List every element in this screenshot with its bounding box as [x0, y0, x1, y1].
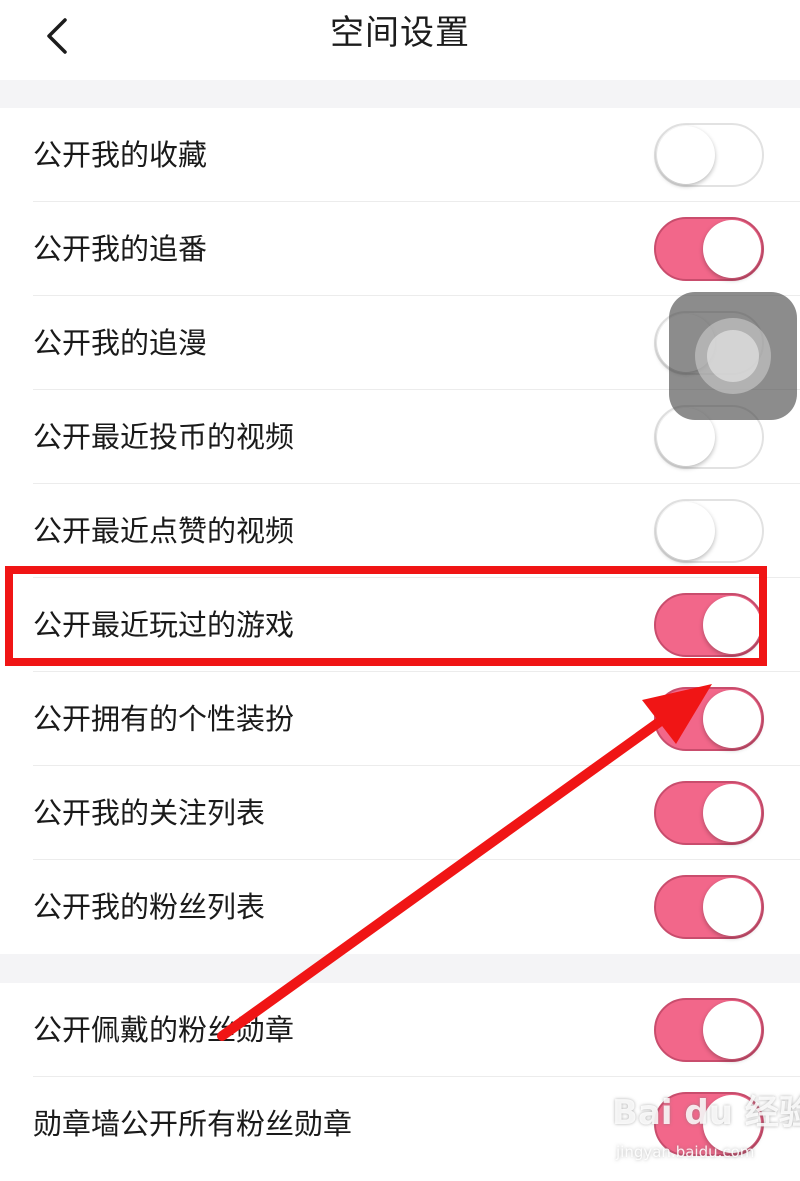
- setting-row-liked-videos: 公开最近点赞的视频: [0, 484, 800, 578]
- settings-group-privacy: 公开我的收藏 公开我的追番 公开我的追漫 公开最近投币的视频 公开最近点赞的视频…: [0, 108, 800, 954]
- setting-label: 公开拥有的个性装扮: [33, 702, 295, 736]
- setting-row-bangumi: 公开我的追番: [0, 202, 800, 296]
- toggle-knob: [703, 220, 761, 278]
- setting-label: 公开我的粉丝列表: [33, 890, 266, 924]
- assistive-touch-ring-inner: [707, 330, 759, 382]
- toggle-switch-fans-list[interactable]: [654, 875, 764, 939]
- watermark-url: jingyan.baidu.com: [616, 1143, 755, 1161]
- setting-label: 公开佩戴的粉丝勋章: [33, 1013, 295, 1047]
- page-title: 空间设置: [330, 13, 470, 53]
- toggle-switch-decorations[interactable]: [654, 687, 764, 751]
- toggle-knob: [703, 784, 761, 842]
- toggle-switch-worn-medal[interactable]: [654, 998, 764, 1062]
- setting-label: 勋章墙公开所有粉丝勋章: [33, 1107, 353, 1141]
- toggle-knob: [657, 126, 715, 184]
- toggle-switch-following-list[interactable]: [654, 781, 764, 845]
- setting-label: 公开我的关注列表: [33, 796, 266, 830]
- setting-row-worn-medal: 公开佩戴的粉丝勋章: [0, 983, 800, 1077]
- header-bar: 空间设置: [0, 0, 800, 80]
- setting-row-following-list: 公开我的关注列表: [0, 766, 800, 860]
- setting-label: 公开我的收藏: [33, 138, 208, 172]
- setting-label: 公开我的追漫: [33, 326, 208, 360]
- watermark-text: Bai du 经验: [612, 1093, 800, 1133]
- toggle-knob: [703, 1001, 761, 1059]
- assistive-touch-icon[interactable]: [669, 292, 797, 420]
- toggle-knob: [703, 690, 761, 748]
- toggle-switch-bangumi[interactable]: [654, 217, 764, 281]
- toggle-switch-liked-videos[interactable]: [654, 499, 764, 563]
- toggle-knob: [703, 878, 761, 936]
- setting-row-favorites: 公开我的收藏: [0, 108, 800, 202]
- annotation-highlight-box: [5, 566, 767, 666]
- setting-label: 公开最近点赞的视频: [33, 514, 295, 548]
- setting-label: 公开最近投币的视频: [33, 420, 295, 454]
- baidu-jingyan-watermark: Bai du 经验 jingyan.baidu.com: [612, 1085, 800, 1181]
- toggle-switch-favorites[interactable]: [654, 123, 764, 187]
- setting-label: 公开我的追番: [33, 232, 208, 266]
- setting-row-decorations: 公开拥有的个性装扮: [0, 672, 800, 766]
- setting-row-fans-list: 公开我的粉丝列表: [0, 860, 800, 954]
- toggle-knob: [657, 502, 715, 560]
